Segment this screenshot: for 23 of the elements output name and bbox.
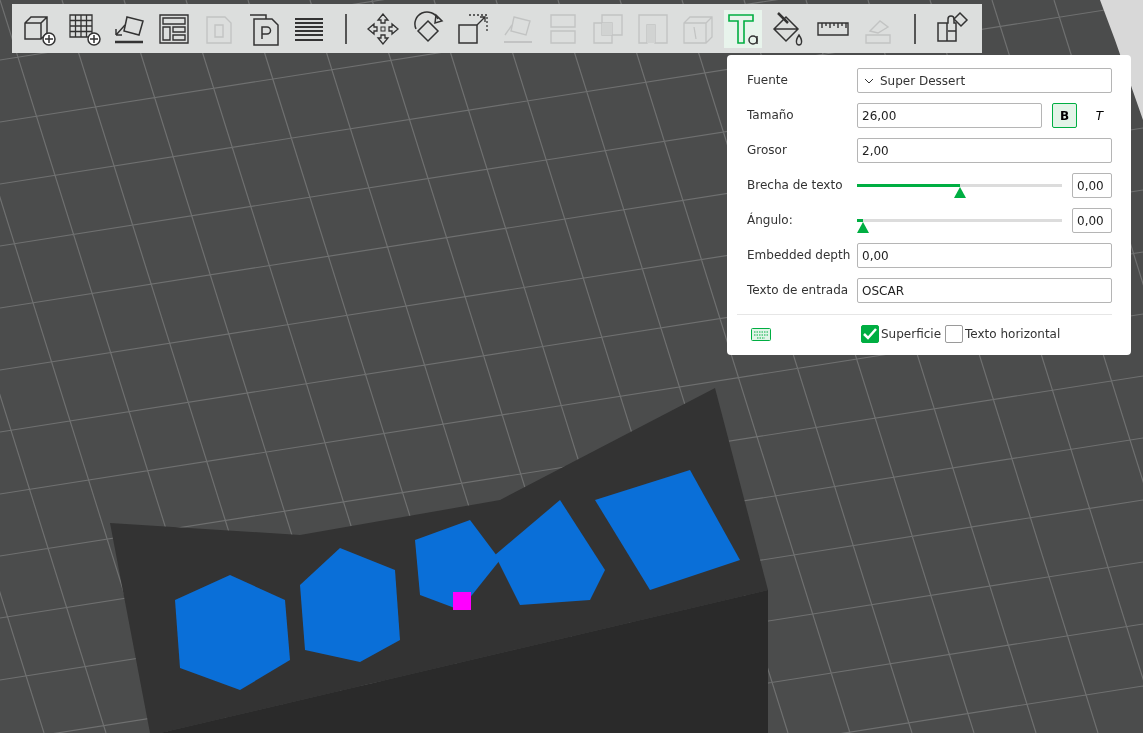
input-field[interactable]: OSCAR	[857, 278, 1112, 303]
checkbox[interactable]	[945, 325, 964, 343]
input-field[interactable]: 0,00	[1072, 173, 1112, 198]
text-tool-icon[interactable]	[724, 9, 762, 48]
checkbox-label: Superficie	[881, 326, 942, 343]
chevron-icon	[864, 77, 874, 84]
font-dropdown[interactable]: Super Dessert	[857, 68, 1112, 93]
input-field[interactable]: 0,00	[1072, 208, 1112, 233]
input-field[interactable]: 2,00	[857, 138, 1112, 163]
field-label: Embedded depth	[747, 248, 852, 263]
field-label: Brecha de texto	[747, 178, 844, 193]
keyboard-icon[interactable]	[751, 327, 771, 341]
input-field[interactable]: 26,00	[857, 103, 1042, 128]
italic-toggle[interactable]: T	[1087, 103, 1112, 128]
field-label: Texto de entrada	[747, 283, 850, 298]
field-label: Tamaño	[747, 108, 795, 123]
checkbox[interactable]	[861, 325, 879, 343]
field-label: Grosor	[747, 143, 788, 158]
checkbox-label: Texto horizontal	[965, 326, 1061, 343]
field-label: Fuente	[747, 73, 789, 88]
bold-toggle[interactable]: B	[1052, 103, 1077, 128]
input-field[interactable]: 0,00	[857, 243, 1112, 268]
field-label: Ángulo:	[747, 213, 794, 228]
